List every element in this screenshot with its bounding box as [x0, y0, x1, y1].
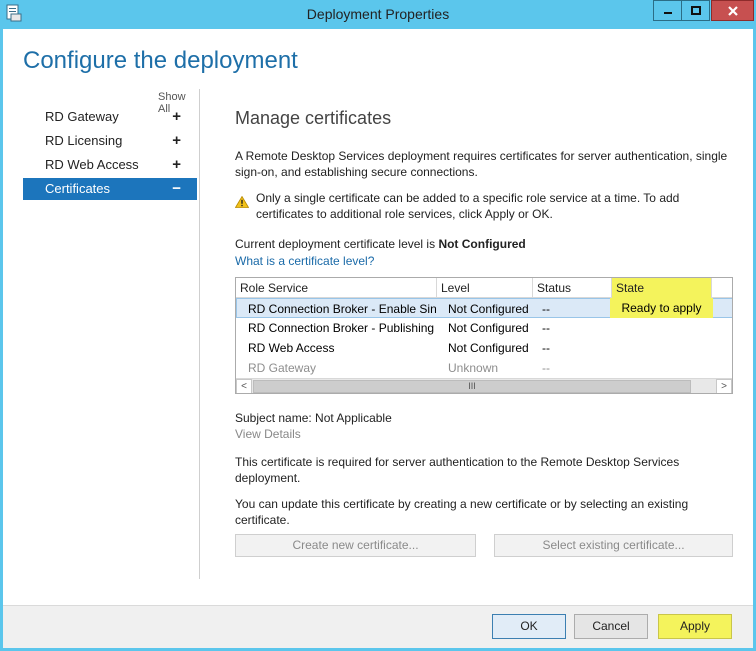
level-cell: Unknown [448, 361, 499, 375]
role-cell: RD Gateway [248, 361, 317, 375]
certificate-requirement-text: This certificate is required for server … [235, 455, 680, 485]
level-prefix: Current deployment certificate level is [235, 237, 436, 251]
expand-icon: + [172, 156, 181, 173]
window-title: Deployment Properties [306, 6, 450, 22]
collapse-icon: − [172, 180, 181, 197]
subject-name: Subject name: Not Applicable [235, 411, 392, 425]
maximize-button[interactable] [681, 0, 710, 21]
sidebar-divider [199, 89, 200, 579]
role-service-table[interactable]: Role Service Level Status State RD Conne… [235, 277, 733, 394]
status-cell: -- [542, 361, 550, 375]
sidebar-item-rd-licensing[interactable]: RD Licensing + [23, 130, 197, 152]
level-cell: Not Configured [448, 302, 529, 316]
certificate-update-text: You can update this certificate by creat… [235, 497, 689, 527]
sidebar-item-label: RD Web Access [45, 157, 139, 172]
level-value: Not Configured [438, 237, 526, 251]
create-certificate-button[interactable]: Create new certificate... [235, 534, 476, 557]
column-header-role-service[interactable]: Role Service [236, 278, 437, 298]
cancel-button[interactable]: Cancel [574, 614, 648, 639]
close-button[interactable] [711, 0, 754, 21]
sidebar-item-label: RD Licensing [45, 133, 123, 148]
horizontal-scrollbar[interactable]: < III > [236, 378, 732, 393]
dialog-footer: OK Cancel Apply [3, 605, 753, 648]
select-certificate-button[interactable]: Select existing certificate... [494, 534, 733, 557]
table-row[interactable]: RD Web Access Not Configured -- [236, 338, 732, 358]
ok-button[interactable]: OK [492, 614, 566, 639]
state-cell: Ready to apply [610, 298, 713, 318]
view-details-link[interactable]: View Details [235, 427, 301, 441]
scroll-right-button[interactable]: > [716, 379, 732, 393]
column-header-status[interactable]: Status [533, 278, 612, 298]
table-row[interactable]: RD Gateway Unknown -- [236, 358, 732, 378]
sidebar-item-rd-web-access[interactable]: RD Web Access + [23, 154, 197, 176]
table-header: Role Service Level Status State [236, 278, 732, 298]
column-header-level[interactable]: Level [437, 278, 533, 298]
certificate-level-line: Current deployment certificate level is … [235, 237, 526, 251]
table-row[interactable]: RD Connection Broker - Publishing Not Co… [236, 318, 732, 338]
table-row[interactable]: RD Connection Broker - Enable Single Sig… [236, 298, 732, 318]
expand-icon: + [172, 108, 181, 125]
sidebar-item-rd-gateway[interactable]: RD Gateway + [23, 106, 197, 128]
role-cell: RD Connection Broker - Enable Single Sig… [248, 302, 436, 316]
role-cell: RD Connection Broker - Publishing [248, 321, 435, 335]
section-title: Manage certificates [235, 108, 392, 128]
column-header-state[interactable]: State [612, 278, 712, 298]
role-cell: RD Web Access [248, 341, 335, 355]
sidebar-item-label: RD Gateway [45, 109, 119, 124]
section-description: A Remote Desktop Services deployment req… [235, 149, 728, 179]
status-cell: -- [542, 302, 550, 316]
status-cell: -- [542, 341, 550, 355]
dialog-body: Configure the deployment Show All RD Gat… [3, 29, 753, 605]
certificate-level-link[interactable]: What is a certificate level? [235, 254, 374, 268]
maximize-icon [690, 5, 701, 15]
sidebar-item-label: Certificates [45, 181, 111, 196]
scroll-left-button[interactable]: < [236, 379, 252, 393]
title-bar: Deployment Properties [0, 0, 756, 29]
close-icon [727, 5, 738, 16]
sidebar-item-certificates[interactable]: Certificates − [23, 178, 197, 200]
level-cell: Not Configured [448, 321, 529, 335]
apply-button[interactable]: Apply [658, 614, 732, 639]
status-cell: -- [542, 321, 550, 335]
warning-icon [235, 196, 249, 208]
warning-message: Only a single certificate can be added t… [235, 190, 735, 222]
scroll-thumb[interactable]: III [253, 380, 691, 393]
minimize-button[interactable] [653, 0, 683, 21]
page-title: Configure the deployment [23, 47, 298, 74]
deployment-properties-window: Deployment Properties Configure the depl… [0, 0, 756, 651]
level-cell: Not Configured [448, 341, 529, 355]
warning-text: Only a single certificate can be added t… [256, 191, 680, 221]
minimize-icon [664, 11, 672, 14]
expand-icon: + [172, 132, 181, 149]
